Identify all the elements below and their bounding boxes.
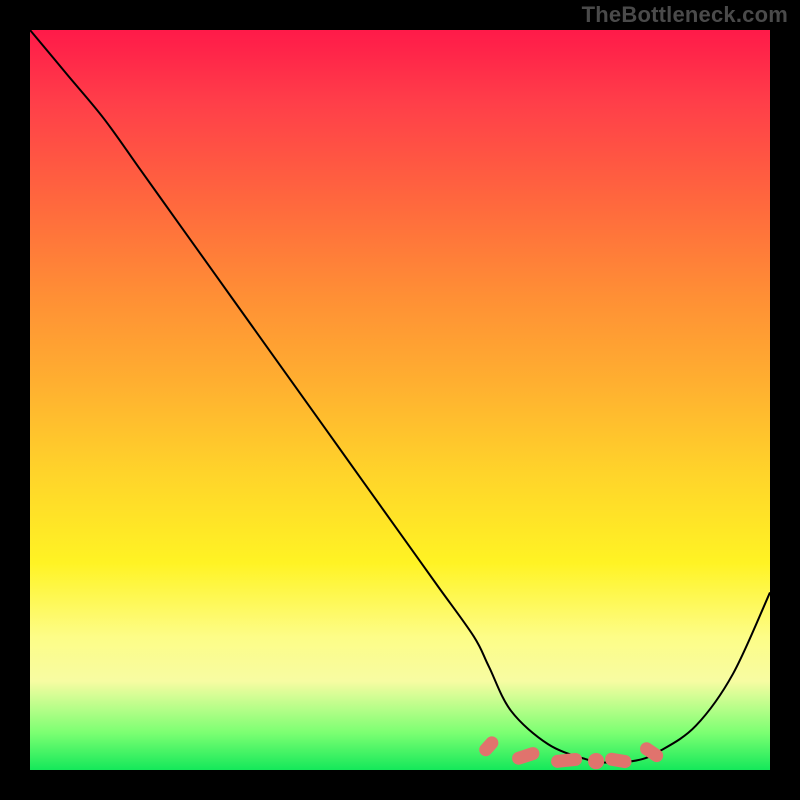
curve-marker-pill [550,752,582,768]
marker-group [477,734,666,769]
watermark-text: TheBottleneck.com [582,2,788,28]
curve-layer [30,30,770,770]
curve-marker-pill [510,745,541,766]
curve-marker-pill [638,740,666,765]
curve-marker-pill [477,734,502,759]
curve-marker-pill [604,752,632,769]
curve-marker-dot [588,753,604,769]
bottleneck-curve [30,30,770,763]
chart-frame: TheBottleneck.com [0,0,800,800]
plot-area [30,30,770,770]
